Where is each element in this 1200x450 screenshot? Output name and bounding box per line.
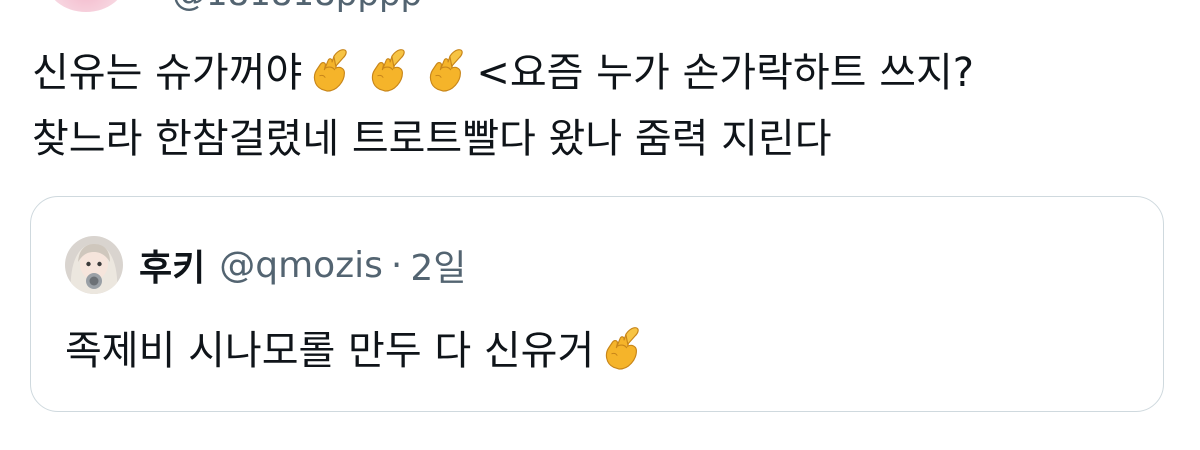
crossed-fingers-heart-icon [308, 46, 354, 94]
quoted-tweet-text: 족제비 시나모롤 만두 다 신유거 [65, 321, 652, 381]
quoted-tweet-card[interactable]: 후키 @qmozis · 2일 족제비 시나모롤 만두 다 신유거 [30, 196, 1164, 412]
tweet-text-segment: 신유는 슈가꺼야 [32, 50, 303, 96]
quoted-text-segment: 족제비 시나모롤 만두 다 신유거 [65, 328, 595, 374]
header-separator: · [390, 244, 403, 286]
quoted-display-name[interactable]: 후키 [139, 239, 205, 291]
crossed-fingers-heart-icon [424, 46, 470, 94]
tweet-text-segment: <요즘 누가 손가락하트 쓰지? [476, 50, 975, 96]
quoted-tweet-header: 후키 @qmozis · 2일 [65, 236, 466, 294]
tweet-text-line-1: 신유는 슈가꺼야 <요즘 누가 손가락하트 쓰지? [32, 40, 1172, 106]
quoted-author-avatar[interactable] [65, 236, 123, 294]
tweet-text-line-2: 찾느라 한참걸렸네 트로트빨다 왔나 줌력 지린다 [32, 116, 832, 162]
quoted-timestamp[interactable]: 2일 [410, 239, 466, 291]
author-avatar[interactable] [46, 0, 126, 12]
quoted-handle[interactable]: @qmozis [219, 245, 383, 286]
crossed-fingers-heart-icon [366, 46, 412, 94]
crossed-fingers-heart-icon [600, 324, 646, 372]
author-handle[interactable]: @181818pppp [172, 0, 422, 14]
tweet-text: 신유는 슈가꺼야 <요즘 누가 손가락하트 쓰지? 찾느라 한참걸렸네 트로트빨다… [32, 40, 1172, 172]
